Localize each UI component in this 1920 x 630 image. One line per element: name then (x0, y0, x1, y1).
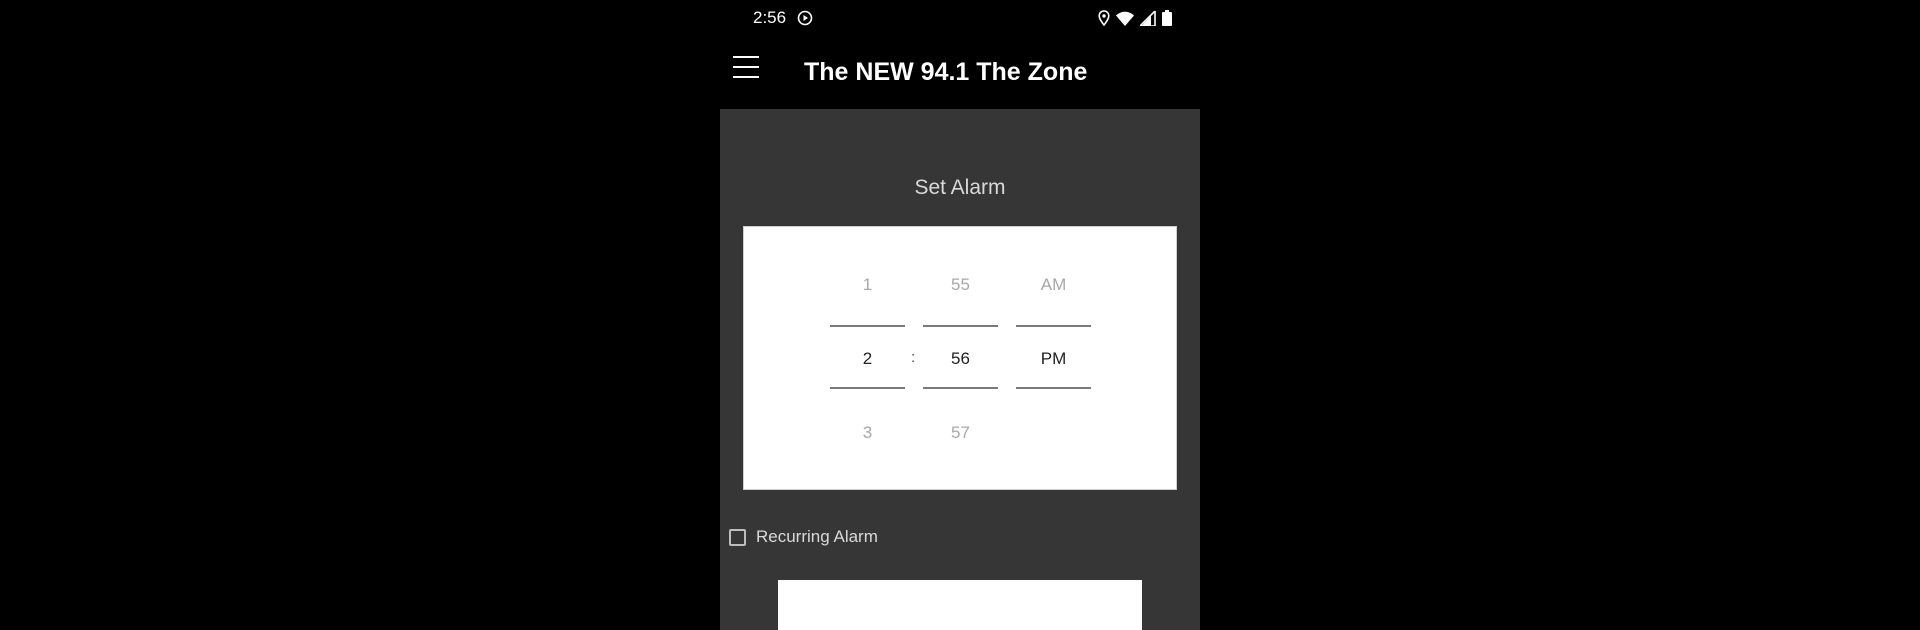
hamburger-menu-icon[interactable] (733, 54, 759, 84)
hour-prev-value[interactable]: 1 (830, 275, 905, 295)
recurring-alarm-checkbox[interactable] (729, 528, 746, 546)
time-separator: : (911, 349, 916, 366)
phone-screen: 2:56 The NEW 94.1 The Zone Set Alarm 1 2… (720, 0, 1200, 630)
recurring-alarm-label: Recurring Alarm (756, 527, 878, 546)
app-title: The NEW 94.1 The Zone (804, 58, 1088, 86)
ampm-divider-top (1016, 325, 1091, 327)
set-alarm-heading: Set Alarm (914, 176, 1006, 199)
signal-icon (1140, 10, 1156, 26)
recurring-alarm-option[interactable]: Recurring Alarm (729, 527, 878, 547)
ampm-prev-value[interactable]: AM (1016, 275, 1091, 295)
ampm-selected-value[interactable]: PM (1016, 349, 1091, 369)
minute-picker[interactable]: 55 56 57 (923, 227, 998, 491)
battery-icon (1162, 10, 1172, 26)
hour-divider-top (830, 325, 905, 327)
location-icon (1098, 10, 1110, 26)
hour-picker[interactable]: 1 2 3 (830, 227, 905, 491)
app-bar: The NEW 94.1 The Zone (720, 36, 1200, 109)
hour-next-value[interactable]: 3 (830, 423, 905, 443)
alarm-screen: Set Alarm 1 2 3 : 55 56 57 AM PM Recurri… (720, 109, 1200, 630)
minute-divider-bottom (923, 387, 998, 389)
status-icons (1098, 9, 1172, 27)
wifi-icon (1116, 11, 1134, 26)
play-circle-icon (797, 10, 813, 26)
time-picker: 1 2 3 : 55 56 57 AM PM (743, 226, 1177, 490)
ampm-divider-bottom (1016, 387, 1091, 389)
hour-divider-bottom (830, 387, 905, 389)
alarm-bottom-panel (778, 580, 1142, 630)
minute-prev-value[interactable]: 55 (923, 275, 998, 295)
hour-selected-value[interactable]: 2 (830, 349, 905, 369)
minute-next-value[interactable]: 57 (923, 423, 998, 443)
ampm-picker[interactable]: AM PM (1016, 227, 1091, 491)
minute-divider-top (923, 325, 998, 327)
status-time: 2:56 (753, 8, 787, 27)
minute-selected-value[interactable]: 56 (923, 349, 998, 369)
status-bar: 2:56 (720, 0, 1200, 36)
